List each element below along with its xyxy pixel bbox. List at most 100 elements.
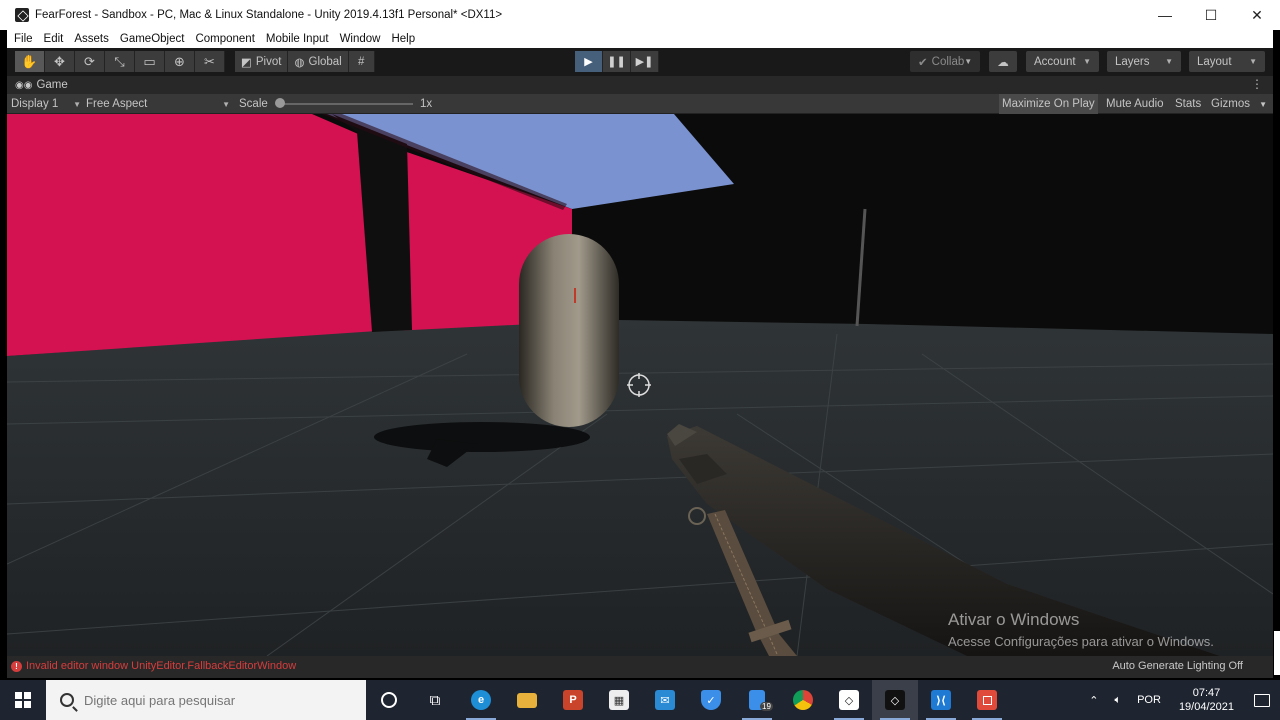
layers-dropdown[interactable]: Layers ▼ xyxy=(1107,51,1181,72)
menu-edit[interactable]: Edit xyxy=(44,33,64,45)
volume-icon[interactable]: 🔈︎ xyxy=(1106,694,1129,707)
custom-tool-icon: ✂ xyxy=(204,53,215,69)
step-button[interactable]: ▶❚ xyxy=(631,51,659,72)
game-view[interactable]: Ativar o Windows Acesse Configurações pa… xyxy=(7,114,1273,656)
menu-help[interactable]: Help xyxy=(391,33,415,45)
maximize-on-play-toggle[interactable]: Maximize On Play xyxy=(999,94,1098,114)
cortana-button[interactable] xyxy=(366,680,412,720)
menu-window[interactable]: Window xyxy=(340,33,381,45)
task-view-icon: ⧉ xyxy=(429,691,441,709)
display-label: Display 1 xyxy=(11,98,59,110)
play-button[interactable]: ▶ xyxy=(575,51,603,72)
minimize-button[interactable]: — xyxy=(1142,0,1188,30)
floor xyxy=(7,320,1273,656)
activation-subtitle: Acesse Configurações para ativar o Windo… xyxy=(948,634,1214,649)
windows-activation-watermark: Ativar o Windows Acesse Configurações pa… xyxy=(948,610,1214,649)
menu-gameobject[interactable]: GameObject xyxy=(120,33,185,45)
folder-icon xyxy=(517,692,537,708)
language-indicator[interactable]: POR xyxy=(1129,694,1169,706)
recorder-button[interactable] xyxy=(964,680,1010,720)
chevron-down-icon: ▼ xyxy=(1083,57,1091,66)
rect-tool-button[interactable]: ▭ xyxy=(135,51,165,72)
status-bar: ! Invalid editor window UnityEditor.Fall… xyxy=(7,656,1273,678)
vscode-button[interactable]: ⟩⟨ xyxy=(918,680,964,720)
main-toolbar: ✋ ✥ ⟳ ⤡ ▭ ⊕ ✂ ◩ Pivot ◍ Global # ▶ ❚❚ ▶❚ ✔… xyxy=(7,48,1273,76)
account-dropdown[interactable]: Account ▼ xyxy=(1026,51,1099,72)
custom-tool-button[interactable]: ✂ xyxy=(195,51,225,72)
menu-mobile-input[interactable]: Mobile Input xyxy=(266,33,329,45)
windows-logo-icon xyxy=(15,692,31,708)
taskbar-search[interactable] xyxy=(46,680,366,720)
pivot-toggle[interactable]: ◩ Pivot xyxy=(235,51,289,72)
scale-tool-button[interactable]: ⤡ xyxy=(105,51,135,72)
stats-toggle[interactable]: Stats xyxy=(1172,94,1204,114)
screen: FearForest - Sandbox - PC, Mac & Linux S… xyxy=(0,0,1280,720)
powerpoint-button[interactable]: P xyxy=(550,680,596,720)
edge-button[interactable]: e xyxy=(458,680,504,720)
defender-button[interactable]: ✓ xyxy=(688,680,734,720)
window-count-badge: 19 xyxy=(760,702,773,711)
title-bar: FearForest - Sandbox - PC, Mac & Linux S… xyxy=(0,0,1280,30)
mail-button[interactable]: ✉ xyxy=(642,680,688,720)
clock-date: 19/04/2021 xyxy=(1178,701,1234,713)
chevron-up-icon[interactable]: ⌃ xyxy=(1081,694,1106,707)
scrollbar[interactable] xyxy=(1274,631,1280,675)
unity-hub-button[interactable]: ◇ xyxy=(826,680,872,720)
tab-game[interactable]: ◉◉ Game xyxy=(7,76,76,94)
unity-editor-button[interactable]: ◇ xyxy=(872,680,918,720)
scale-slider-track[interactable] xyxy=(279,103,413,105)
record-icon xyxy=(977,690,997,710)
play-icon: ▶ xyxy=(584,56,593,68)
transform-tool-button[interactable]: ⊕ xyxy=(165,51,195,72)
search-input[interactable] xyxy=(84,692,344,708)
menu-assets[interactable]: Assets xyxy=(74,33,109,45)
notification-icon xyxy=(1254,693,1270,707)
task-view-button[interactable]: ⧉ xyxy=(412,680,458,720)
menu-component[interactable]: Component xyxy=(195,33,254,45)
layout-dropdown[interactable]: Layout ▼ xyxy=(1189,51,1265,72)
display-dropdown[interactable]: Display 1 ▼ xyxy=(11,96,81,112)
vscode-icon: ⟩⟨ xyxy=(931,690,951,710)
collab-button[interactable]: ✔ Collab ▼ xyxy=(910,51,980,72)
pause-button[interactable]: ❚❚ xyxy=(603,51,631,72)
clock[interactable]: 07:47 19/04/2021 xyxy=(1169,686,1244,714)
notepad-button[interactable]: 19 xyxy=(734,680,780,720)
player-capsule xyxy=(519,234,619,427)
chevron-down-icon: ▼ xyxy=(1259,99,1267,109)
lighting-status[interactable]: Auto Generate Lighting Off xyxy=(1112,660,1243,672)
start-button[interactable] xyxy=(0,680,46,720)
error-icon: ! xyxy=(11,660,22,672)
mute-audio-toggle[interactable]: Mute Audio xyxy=(1103,94,1167,114)
pivot-label: Pivot xyxy=(255,55,282,68)
grid-snap-toggle[interactable]: # xyxy=(348,51,375,72)
chrome-button[interactable] xyxy=(780,680,826,720)
scale-label: Scale xyxy=(239,98,268,110)
rect-icon: ▭ xyxy=(143,53,156,69)
rotate-tool-button[interactable]: ⟳ xyxy=(75,51,105,72)
layers-label: Layers xyxy=(1115,55,1150,68)
game-tab-row: ◉◉ Game ⋮ xyxy=(7,76,1273,94)
notifications-button[interactable] xyxy=(1244,680,1280,720)
console-error-message[interactable]: ! Invalid editor window UnityEditor.Fall… xyxy=(11,660,296,672)
close-button[interactable]: ✕ xyxy=(1234,0,1280,30)
move-tool-button[interactable]: ✥ xyxy=(45,51,75,72)
aspect-dropdown[interactable]: Free Aspect ▼ xyxy=(86,96,230,112)
store-button[interactable]: ▦ xyxy=(596,680,642,720)
kebab-menu-icon[interactable]: ⋮ xyxy=(1251,77,1263,91)
chevron-down-icon: ▼ xyxy=(964,57,973,66)
hand-tool-button[interactable]: ✋ xyxy=(15,51,45,72)
menu-file[interactable]: File xyxy=(14,33,33,45)
store-icon: ▦ xyxy=(609,690,629,710)
chevron-down-icon: ▼ xyxy=(1165,57,1173,66)
system-tray: ⌃ 🔈︎ POR 07:47 19/04/2021 xyxy=(1081,680,1280,720)
cloud-button[interactable]: ☁ xyxy=(989,51,1017,72)
transform-icon: ⊕ xyxy=(174,53,185,69)
scale-slider-knob[interactable] xyxy=(275,98,285,108)
maximize-button[interactable]: ☐ xyxy=(1188,0,1234,30)
global-toggle[interactable]: ◍ Global xyxy=(288,51,349,72)
chevron-down-icon: ▼ xyxy=(222,99,230,109)
gizmos-dropdown[interactable]: Gizmos ▼ xyxy=(1208,94,1270,114)
file-explorer-button[interactable] xyxy=(504,680,550,720)
grid-icon: # xyxy=(358,55,365,68)
aspect-label: Free Aspect xyxy=(86,98,148,110)
